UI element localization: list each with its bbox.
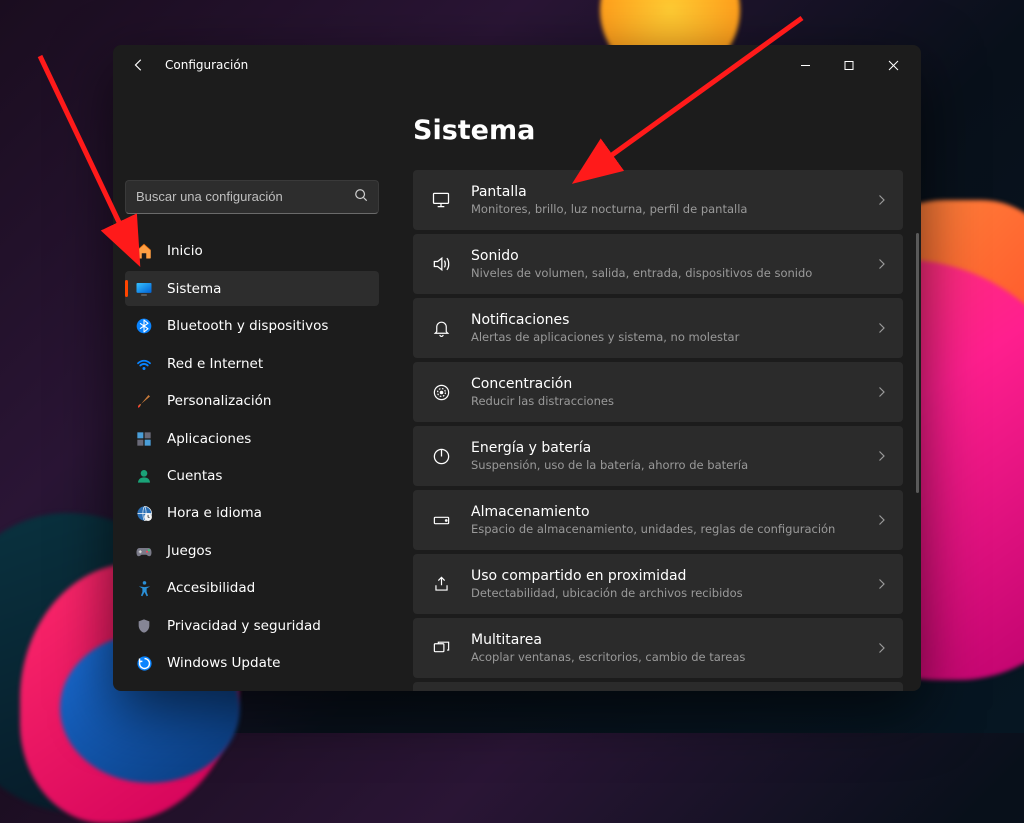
sidebar-item-label: Red e Internet [167, 356, 263, 372]
display-icon [135, 280, 153, 298]
caption-buttons [783, 49, 915, 81]
sidebar-item-label: Accesibilidad [167, 580, 255, 596]
sidebar-item-inicio[interactable]: Inicio [125, 234, 379, 269]
search-input[interactable] [136, 189, 344, 204]
card-subtitle: Espacio de almacenamiento, unidades, reg… [471, 522, 855, 536]
card-title: Multitarea [471, 632, 855, 648]
search-box[interactable] [125, 180, 379, 214]
sidebar-item-aplicaciones[interactable]: Aplicaciones [125, 421, 379, 456]
wifi-icon [135, 355, 153, 373]
sidebar: Inicio Sistema Bluetooth y dispositivos … [113, 85, 391, 691]
card-title: Uso compartido en proximidad [471, 568, 855, 584]
card-title: Notificaciones [471, 312, 855, 328]
sidebar-item-label: Juegos [167, 543, 212, 559]
sidebar-item-label: Hora e idioma [167, 505, 262, 521]
sidebar-item-windows-update[interactable]: Windows Update [125, 646, 379, 681]
card-sonido[interactable]: Sonido Niveles de volumen, salida, entra… [413, 234, 903, 294]
card-title: Almacenamiento [471, 504, 855, 520]
share-icon [431, 574, 451, 594]
settings-list: Pantalla Monitores, brillo, luz nocturna… [413, 170, 903, 691]
sidebar-item-label: Aplicaciones [167, 431, 251, 447]
sidebar-item-label: Bluetooth y dispositivos [167, 318, 328, 334]
maximize-button[interactable] [827, 49, 871, 81]
sidebar-item-label: Cuentas [167, 468, 222, 484]
close-button[interactable] [871, 49, 915, 81]
back-button[interactable] [131, 57, 147, 73]
shield-icon [135, 617, 153, 635]
display-icon [431, 190, 451, 210]
card-subtitle: Reducir las distracciones [471, 394, 855, 408]
titlebar: Configuración [113, 45, 921, 85]
card-almacenamiento[interactable]: Almacenamiento Espacio de almacenamiento… [413, 490, 903, 550]
person-icon [135, 467, 153, 485]
card-title: Sonido [471, 248, 855, 264]
chevron-right-icon [875, 191, 887, 210]
sidebar-item-label: Privacidad y seguridad [167, 618, 321, 634]
apps-icon [135, 430, 153, 448]
card-title: Energía y batería [471, 440, 855, 456]
card-programadores[interactable]: Para programadores [413, 682, 903, 691]
sidebar-item-accesibilidad[interactable]: Accesibilidad [125, 571, 379, 606]
sidebar-item-label: Windows Update [167, 655, 280, 671]
sidebar-item-label: Personalización [167, 393, 272, 409]
focus-icon [431, 382, 451, 402]
chevron-right-icon [875, 639, 887, 658]
chevron-right-icon [875, 319, 887, 338]
home-icon [135, 242, 153, 260]
bell-icon [431, 318, 451, 338]
clock-globe-icon [135, 504, 153, 522]
sidebar-item-personalizacion[interactable]: Personalización [125, 383, 379, 418]
bluetooth-icon [135, 317, 153, 335]
sidebar-item-bluetooth[interactable]: Bluetooth y dispositivos [125, 308, 379, 343]
settings-window: Configuración [113, 45, 921, 691]
storage-icon [431, 510, 451, 530]
chevron-right-icon [875, 255, 887, 274]
page-heading: Sistema [413, 115, 903, 146]
gamepad-icon [135, 542, 153, 560]
card-subtitle: Niveles de volumen, salida, entrada, dis… [471, 266, 855, 280]
sidebar-item-privacidad[interactable]: Privacidad y seguridad [125, 608, 379, 643]
power-icon [431, 446, 451, 466]
card-multitarea[interactable]: Multitarea Acoplar ventanas, escritorios… [413, 618, 903, 678]
brush-icon [135, 392, 153, 410]
card-concentracion[interactable]: Concentración Reducir las distracciones [413, 362, 903, 422]
card-uso-compartido[interactable]: Uso compartido en proximidad Detectabili… [413, 554, 903, 614]
sidebar-item-cuentas[interactable]: Cuentas [125, 458, 379, 493]
card-title: Pantalla [471, 184, 855, 200]
card-subtitle: Alertas de aplicaciones y sistema, no mo… [471, 330, 855, 344]
sidebar-item-label: Sistema [167, 281, 221, 297]
chevron-right-icon [875, 447, 887, 466]
card-title: Concentración [471, 376, 855, 392]
chevron-right-icon [875, 575, 887, 594]
sidebar-item-hora[interactable]: Hora e idioma [125, 496, 379, 531]
card-subtitle: Monitores, brillo, luz nocturna, perfil … [471, 202, 855, 216]
main-content: Sistema Pantalla Monitores, brillo, luz … [391, 85, 921, 691]
sidebar-item-label: Inicio [167, 243, 203, 259]
card-subtitle: Detectabilidad, ubicación de archivos re… [471, 586, 855, 600]
sound-icon [431, 254, 451, 274]
chevron-right-icon [875, 383, 887, 402]
card-notificaciones[interactable]: Notificaciones Alertas de aplicaciones y… [413, 298, 903, 358]
scrollbar[interactable] [916, 233, 919, 681]
chevron-right-icon [875, 511, 887, 530]
scrollbar-thumb[interactable] [916, 233, 919, 493]
minimize-button[interactable] [783, 49, 827, 81]
card-pantalla[interactable]: Pantalla Monitores, brillo, luz nocturna… [413, 170, 903, 230]
sidebar-item-juegos[interactable]: Juegos [125, 533, 379, 568]
multitask-icon [431, 638, 451, 658]
card-subtitle: Suspensión, uso de la batería, ahorro de… [471, 458, 855, 472]
update-icon [135, 654, 153, 672]
search-icon [354, 187, 368, 206]
accessibility-icon [135, 579, 153, 597]
card-subtitle: Acoplar ventanas, escritorios, cambio de… [471, 650, 855, 664]
sidebar-item-red[interactable]: Red e Internet [125, 346, 379, 381]
window-title: Configuración [165, 58, 248, 72]
card-energia[interactable]: Energía y batería Suspensión, uso de la … [413, 426, 903, 486]
sidebar-item-sistema[interactable]: Sistema [125, 271, 379, 306]
